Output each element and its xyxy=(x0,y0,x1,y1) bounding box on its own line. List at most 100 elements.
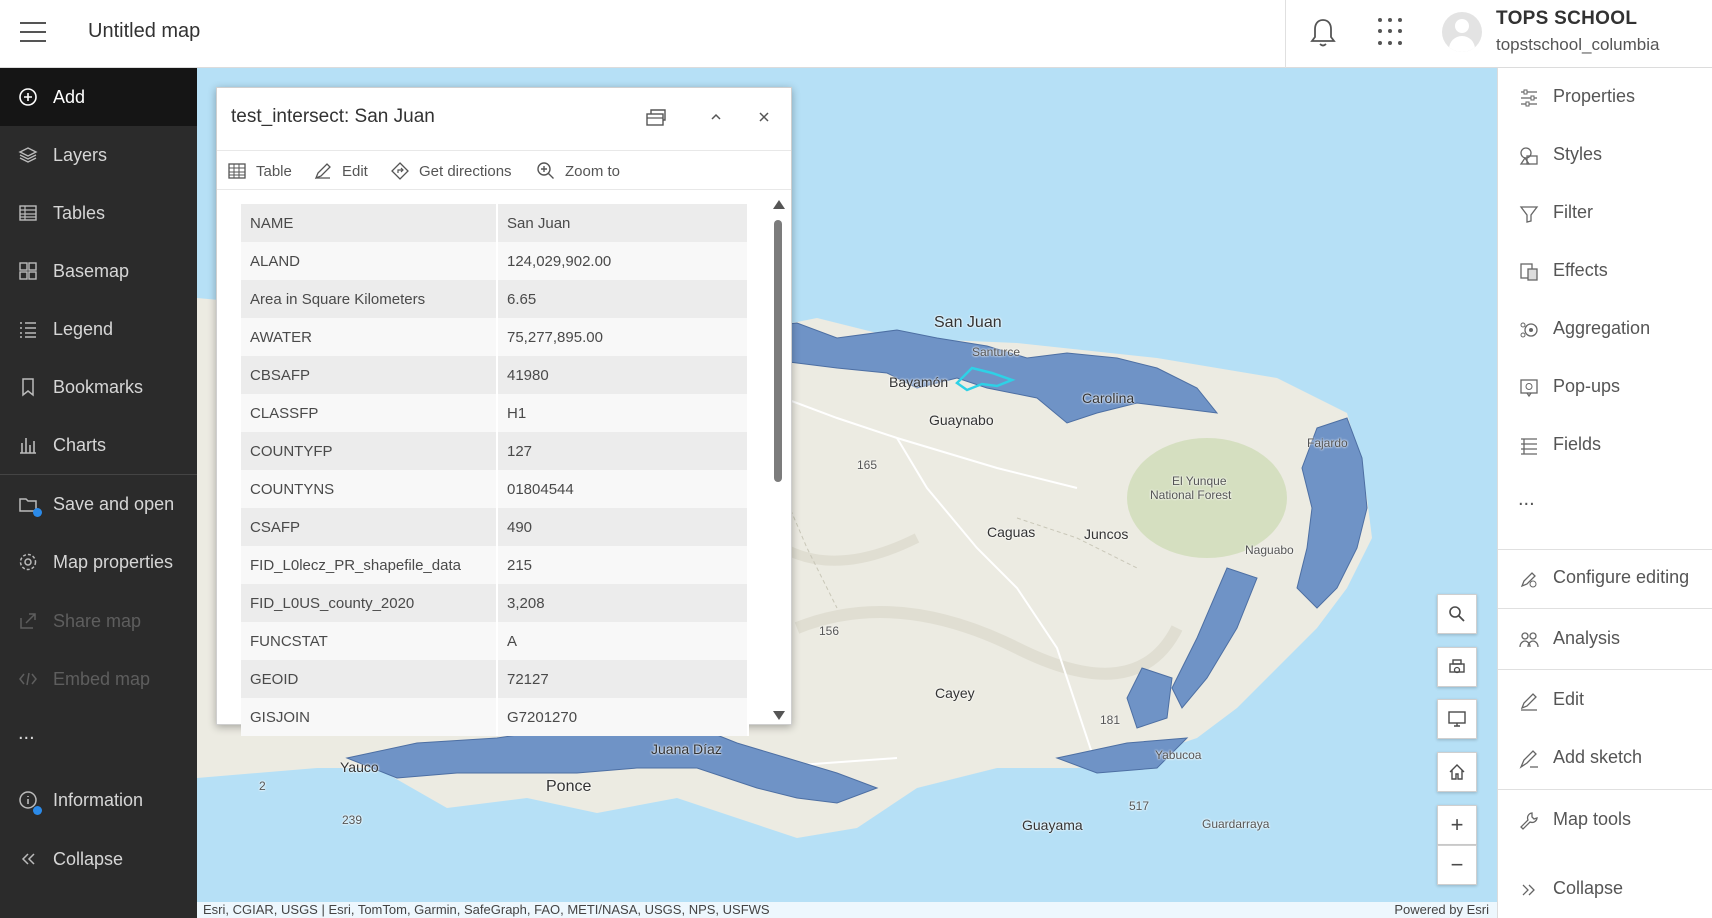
nav-basemap[interactable]: Basemap xyxy=(0,242,197,300)
attribute-key: COUNTYFP xyxy=(241,432,498,470)
configure-editing-label: Configure editing xyxy=(1553,567,1690,587)
print-button[interactable] xyxy=(1437,647,1477,687)
popups-button[interactable]: Pop-ups xyxy=(1498,358,1712,416)
collapse-right-button[interactable]: Collapse xyxy=(1498,860,1712,918)
sliders-icon xyxy=(1521,89,1537,107)
app-header: Untitled map TOPS SCHOOL topstschool_col… xyxy=(0,0,1712,68)
map-label: Juana Díaz xyxy=(651,741,722,757)
header-divider xyxy=(1285,0,1286,68)
attribute-value: 75,277,895.00 xyxy=(497,318,749,356)
search-button[interactable] xyxy=(1437,594,1477,634)
attribute-value: San Juan xyxy=(497,204,749,242)
map-label: Carolina xyxy=(1082,390,1135,406)
analysis-icon xyxy=(1519,632,1539,648)
more-layer-options-button[interactable]: ... xyxy=(1498,474,1712,532)
configure-edit-icon xyxy=(1520,572,1537,588)
table-row: ALAND 124,029,902.00 xyxy=(241,242,749,280)
table-row: FID_L0lecz_PR_shapefile_data 215 xyxy=(241,546,749,584)
scroll-up-arrow[interactable] xyxy=(773,200,785,209)
analysis-button[interactable]: Analysis xyxy=(1498,610,1712,668)
minus-icon: − xyxy=(1450,852,1464,877)
attribute-value: 127 xyxy=(497,432,749,470)
add-sketch-button[interactable]: Add sketch xyxy=(1498,729,1712,787)
nav-bookmarks[interactable]: Bookmarks xyxy=(0,358,197,416)
edit-button[interactable]: Edit xyxy=(1498,671,1712,729)
aggregation-button[interactable]: Aggregation xyxy=(1498,300,1712,358)
table-icon xyxy=(228,163,246,179)
map-title[interactable]: Untitled map xyxy=(88,20,200,43)
collapse-right-label: Collapse xyxy=(1553,878,1624,898)
gear-icon xyxy=(19,553,37,571)
scroll-thumb[interactable] xyxy=(774,220,782,482)
nav-information[interactable]: Information xyxy=(0,771,197,829)
map-label: 165 xyxy=(857,458,878,472)
nav-layers[interactable]: Layers xyxy=(0,126,197,184)
popups-label: Pop-ups xyxy=(1553,376,1621,396)
map-attribution: Esri, CGIAR, USGS | Esri, TomTom, Garmin… xyxy=(197,902,1497,918)
table-action[interactable]: Table xyxy=(227,159,292,183)
map-label: Santurce xyxy=(972,345,1021,359)
nav-map-properties[interactable]: Map properties xyxy=(0,533,197,591)
user-handle[interactable]: topstschool_columbia xyxy=(1496,35,1659,55)
wrench-icon xyxy=(1520,812,1538,830)
nav-add[interactable]: Add xyxy=(0,68,197,126)
attribute-value: H1 xyxy=(497,394,749,432)
styles-button[interactable]: Styles xyxy=(1498,126,1712,184)
properties-button[interactable]: Properties xyxy=(1498,68,1712,126)
popup-scrollbar[interactable] xyxy=(772,200,785,720)
edit-action[interactable]: Edit xyxy=(313,159,368,183)
map-label: 156 xyxy=(819,624,840,638)
nav-embed-map[interactable]: Embed map xyxy=(0,650,197,708)
nav-legend[interactable]: Legend xyxy=(0,300,197,358)
attribute-key: FUNCSTAT xyxy=(241,622,498,660)
attribute-key: CBSAFP xyxy=(241,356,498,394)
collapse-popup-button[interactable] xyxy=(701,102,731,132)
map-tools-button[interactable]: Map tools xyxy=(1498,791,1712,849)
scroll-down-arrow[interactable] xyxy=(773,711,785,720)
avatar[interactable] xyxy=(1442,12,1482,52)
zoom-in-button[interactable]: + xyxy=(1437,805,1477,845)
filter-button[interactable]: Filter xyxy=(1498,184,1712,242)
nav-more[interactable]: ... xyxy=(0,708,197,766)
menu-icon[interactable] xyxy=(20,22,46,44)
nav-share-map[interactable]: Share map xyxy=(0,592,197,650)
fields-button[interactable]: Fields xyxy=(1498,416,1712,474)
edit-action-label: Edit xyxy=(342,162,368,180)
map-label: Guaynabo xyxy=(929,412,994,428)
home-button[interactable] xyxy=(1437,752,1477,792)
get-directions-action[interactable]: Get directions xyxy=(390,159,512,183)
map-label: Guayama xyxy=(1022,817,1083,833)
home-icon xyxy=(1449,764,1465,780)
close-popup-button[interactable] xyxy=(749,102,779,132)
attribute-key: CSAFP xyxy=(241,508,498,546)
attribute-value: 490 xyxy=(497,508,749,546)
ellipsis-icon: ... xyxy=(18,722,35,744)
chevron-up-icon xyxy=(711,113,721,120)
notifications-bell-icon[interactable] xyxy=(1308,16,1338,50)
configure-editing-button[interactable]: Configure editing xyxy=(1498,549,1712,607)
code-icon xyxy=(19,672,37,686)
user-name[interactable]: TOPS SCHOOL xyxy=(1496,8,1637,30)
map-label: San Juan xyxy=(934,314,1002,331)
zoom-out-button[interactable]: − xyxy=(1437,845,1477,885)
table-row: AWATER 75,277,895.00 xyxy=(241,318,749,356)
nav-charts[interactable]: Charts xyxy=(0,416,197,474)
nav-save-open-label: Save and open xyxy=(53,493,175,514)
fullscreen-button[interactable] xyxy=(1437,699,1477,739)
nav-save-open[interactable]: Save and open xyxy=(0,475,197,533)
effects-button[interactable]: Effects xyxy=(1498,242,1712,300)
dock-button[interactable] xyxy=(641,102,671,132)
attribute-value: G7201270 xyxy=(497,698,749,736)
popup-toolbar: Table Edit Get directions Zoom to xyxy=(217,150,791,190)
sketch-icon xyxy=(1519,750,1538,769)
attribute-key: ALAND xyxy=(241,242,498,280)
nav-collapse[interactable]: Collapse xyxy=(0,830,197,888)
nav-tables[interactable]: Tables xyxy=(0,184,197,242)
nav-charts-label: Charts xyxy=(53,434,107,455)
powered-by-esri[interactable]: Powered by Esri xyxy=(1394,902,1489,918)
table-row: CSAFP 490 xyxy=(241,508,749,546)
popup-title: test_intersect: San Juan xyxy=(231,106,435,127)
table-row: CBSAFP 41980 xyxy=(241,356,749,394)
zoom-to-action[interactable]: Zoom to xyxy=(536,159,620,183)
app-launcher-icon[interactable] xyxy=(1378,18,1406,46)
